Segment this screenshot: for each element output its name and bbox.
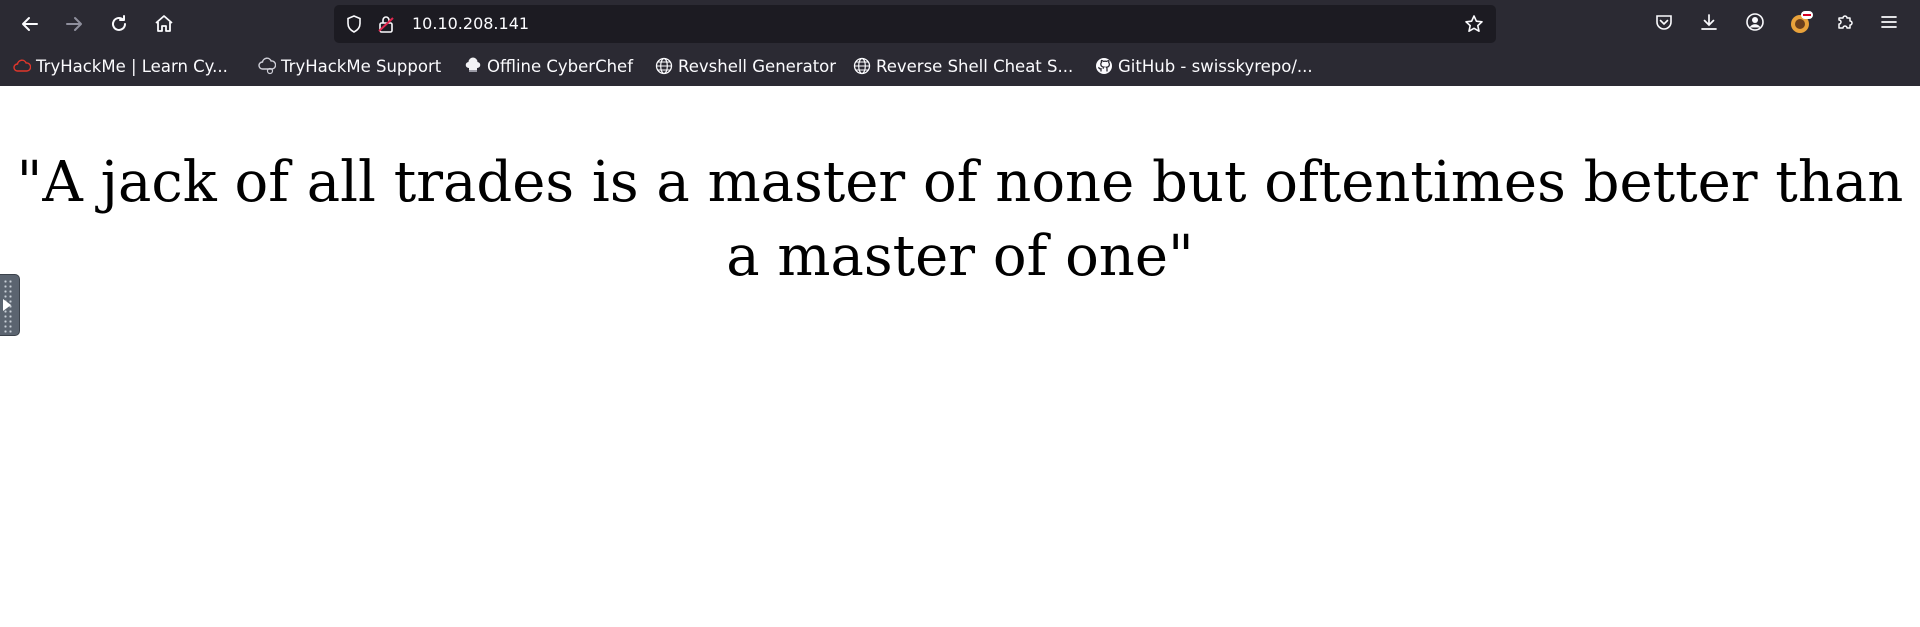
back-arrow-icon [19, 13, 41, 35]
forward-arrow-icon [63, 13, 85, 35]
bookmark-revshell-generator[interactable]: Revshell Generator [655, 52, 836, 80]
bookmark-label: Reverse Shell Cheat S... [876, 56, 1074, 76]
bookmark-reverse-shell-cheat-sheet[interactable]: Reverse Shell Cheat S... [853, 52, 1073, 80]
support-cloud-icon [258, 57, 276, 75]
download-icon [1699, 12, 1719, 36]
bookmark-label: GitHub - swisskyrepo/... [1118, 56, 1313, 76]
browser-chrome: 10.10.208.141 TryHackMe | Learn Cy... Tr… [0, 0, 1920, 86]
reload-button[interactable] [103, 8, 135, 40]
bookmark-label: TryHackMe | Learn Cy... [36, 56, 228, 76]
sidebar-toggle-handle[interactable] [0, 274, 20, 336]
quote-heading: "A jack of all trades is a master of non… [16, 150, 1904, 289]
navigation-toolbar: 10.10.208.141 [0, 0, 1920, 48]
url-text[interactable]: 10.10.208.141 [412, 5, 529, 43]
account-icon [1745, 12, 1765, 36]
bookmark-label: TryHackMe Support [281, 56, 442, 76]
pocket-icon [1654, 12, 1674, 36]
account-button[interactable] [1739, 8, 1771, 40]
bookmark-tryhackme-support[interactable]: TryHackMe Support [258, 52, 441, 80]
github-icon [1095, 57, 1113, 75]
bookmark-label: Revshell Generator [678, 56, 837, 76]
address-bar[interactable]: 10.10.208.141 [334, 5, 1496, 43]
globe-icon [853, 57, 871, 75]
home-icon [153, 13, 175, 35]
bookmark-offline-cyberchef[interactable]: Offline CyberChef [464, 52, 633, 80]
tracking-protection-shield-icon[interactable] [344, 14, 364, 34]
extension-avatar-icon [1788, 9, 1814, 39]
menu-button[interactable] [1873, 8, 1905, 40]
home-button[interactable] [148, 8, 180, 40]
back-button[interactable] [14, 8, 46, 40]
reload-icon [108, 13, 130, 35]
bookmark-star-icon[interactable] [1464, 14, 1484, 34]
expand-arrow-icon [3, 299, 11, 311]
downloads-button[interactable] [1693, 8, 1725, 40]
extension-button[interactable] [1785, 8, 1817, 40]
bookmark-tryhackme[interactable]: TryHackMe | Learn Cy... [13, 52, 228, 80]
tryhackme-cloud-icon [13, 57, 31, 75]
forward-button[interactable] [58, 8, 90, 40]
bookmark-github-swisskyrepo[interactable]: GitHub - swisskyrepo/... [1095, 52, 1313, 80]
extensions-button[interactable] [1829, 8, 1861, 40]
chef-hat-icon [464, 57, 482, 75]
page-content: "A jack of all trades is a master of non… [0, 86, 1920, 627]
bookmark-label: Offline CyberChef [487, 56, 634, 76]
bookmarks-toolbar: TryHackMe | Learn Cy... TryHackMe Suppor… [0, 48, 1920, 86]
globe-icon [655, 57, 673, 75]
hamburger-menu-icon [1879, 12, 1899, 36]
insecure-lock-icon[interactable] [376, 14, 396, 34]
pocket-button[interactable] [1648, 8, 1680, 40]
puzzle-piece-icon [1835, 12, 1855, 36]
